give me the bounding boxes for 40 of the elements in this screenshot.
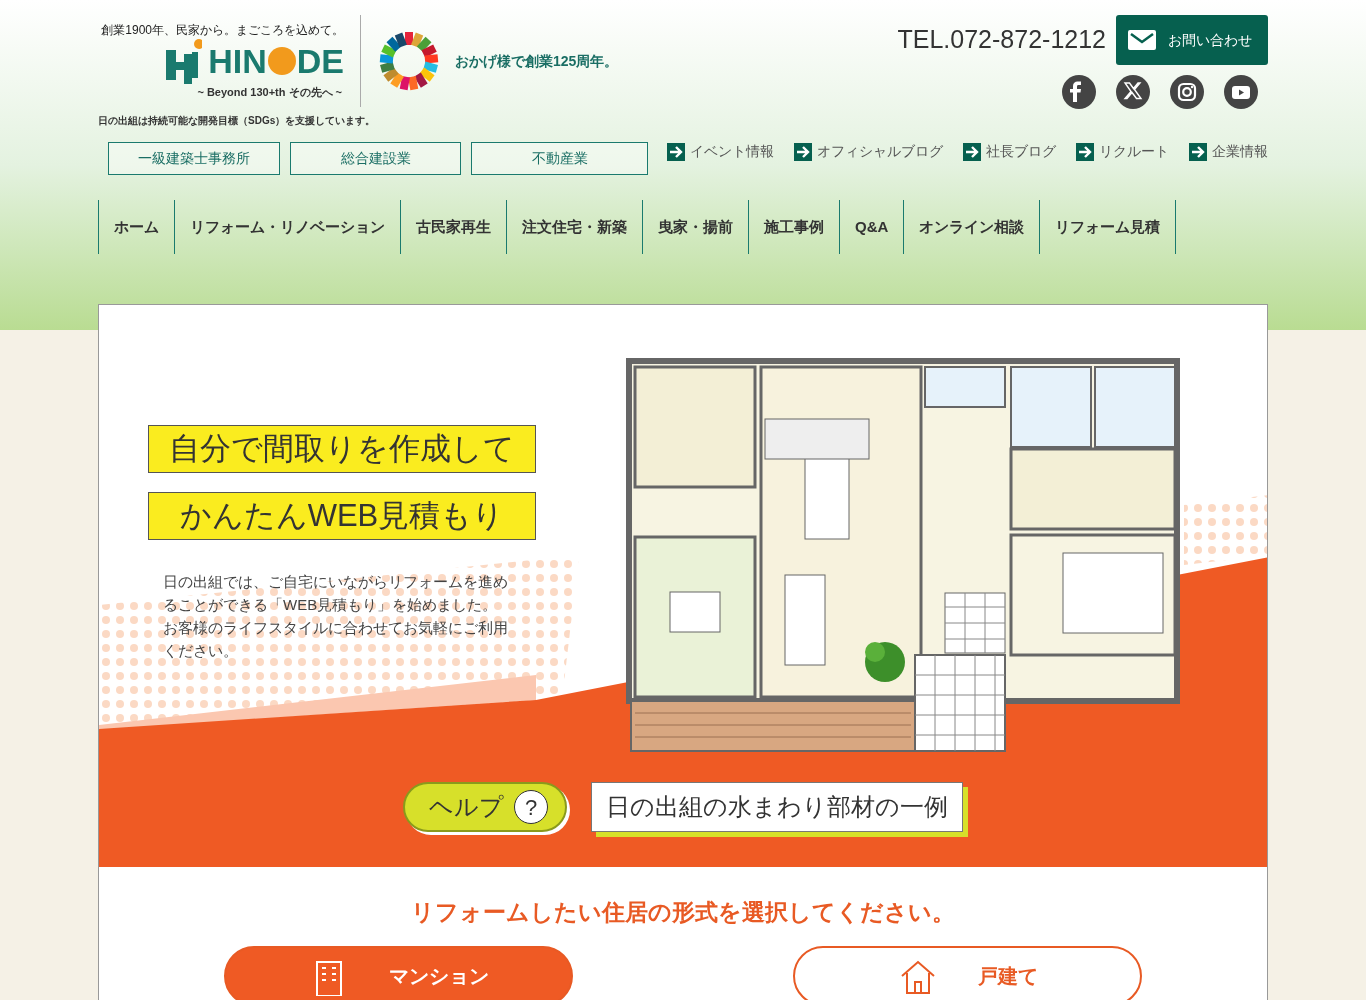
header-link[interactable]: 企業情報 (1189, 141, 1268, 162)
nav-link[interactable]: 曳家・揚前 (642, 200, 748, 254)
header-link[interactable]: 社長ブログ (963, 141, 1056, 162)
header-link[interactable]: イベント情報 (667, 141, 774, 162)
header-link[interactable]: リクルート (1076, 141, 1169, 162)
housing-type-button[interactable]: 戸建て (793, 945, 1142, 1000)
sdgs-wheel-icon (379, 31, 439, 91)
anniversary-text: おかげ様で創業125周年。 (455, 51, 619, 71)
logo-mark-icon (166, 37, 203, 84)
nav-link[interactable]: ホーム (98, 200, 174, 254)
nav-link[interactable]: リフォーム見積 (1039, 200, 1177, 254)
sdgs-note: 日の出組は持続可能な開発目標（SDGs）を支援しています。 (98, 114, 377, 128)
help-button[interactable]: ヘルプ ? (403, 782, 567, 832)
headline-text: 自分で間取りを作成して (148, 425, 536, 473)
description-text: 日の出組では、ご自宅にいながらリフォームを進めることができる「WEB見積もり」を始めました。 (163, 572, 509, 615)
nav-link[interactable]: リフォーム・リノベーション (174, 200, 400, 254)
business-link[interactable]: 不動産業 (471, 142, 648, 175)
business-link[interactable]: 総合建設業 (290, 142, 461, 175)
description-text: お客様のライフスタイルに合わせてお気軽にご利用ください。 (163, 618, 509, 661)
nav-link[interactable]: 古民家再生 (400, 200, 506, 254)
nav-link[interactable]: Q&A (839, 200, 904, 254)
nav-link[interactable]: 注文住宅・新築 (506, 200, 642, 254)
contact-button[interactable]: お問い合わせ (1116, 15, 1268, 65)
header-link[interactable]: オフィシャルブログ (794, 141, 943, 162)
logo-subtitle: ~ Beyond 130+th その先へ ~ (197, 84, 343, 100)
mail-icon (1128, 30, 1156, 50)
logo-tagline: 創業1900年、民家から。まごころを込めて。 (101, 21, 344, 38)
nav-link[interactable]: オンライン相談 (903, 200, 1040, 254)
headline-text: かんたんWEB見積もり (148, 492, 536, 540)
phone-number: TEL.072-872-1212 (897, 24, 1106, 56)
logo-wordmark: DE (296, 43, 344, 78)
facebook-icon[interactable] (1062, 75, 1096, 109)
section-heading: リフォームしたい住居の形式を選択してください。 (411, 898, 955, 927)
instagram-icon[interactable] (1170, 75, 1204, 109)
business-link[interactable]: 一級建築士事務所 (108, 142, 280, 175)
x-icon[interactable] (1116, 75, 1150, 109)
logo-wordmark: HIN (208, 43, 267, 78)
youtube-icon[interactable] (1224, 75, 1258, 109)
help-icon: ? (514, 790, 548, 824)
nav-link[interactable]: 施工事例 (748, 200, 839, 254)
